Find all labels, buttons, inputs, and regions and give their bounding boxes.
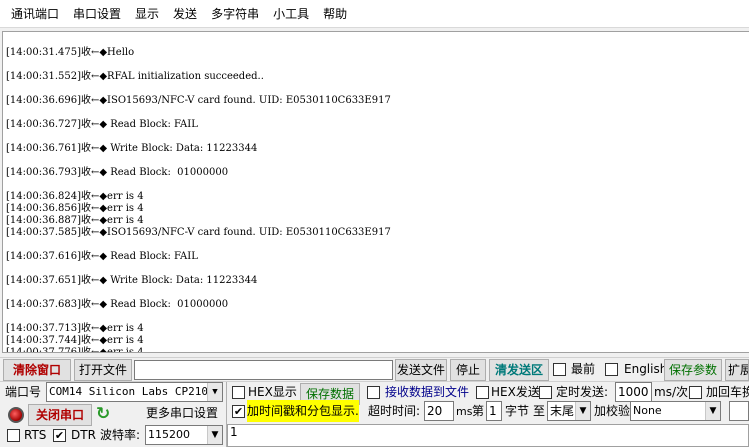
timed-send-checkbox[interactable]: [539, 386, 552, 399]
close-port-button[interactable]: 关闭串口: [28, 404, 92, 426]
port-select-value: COM14 Silicon Labs CP210x: [49, 385, 215, 398]
open-file-button[interactable]: 打开文件: [74, 359, 132, 381]
menu-help[interactable]: 帮助: [316, 0, 354, 28]
menu-display[interactable]: 显示: [128, 0, 166, 28]
chevron-down-icon: ▼: [207, 426, 222, 444]
period-unit: ms/次: [654, 385, 688, 399]
log-line: [14:00:37.776]收←◆err is 4: [6, 347, 144, 353]
topmost-label: 最前: [571, 362, 596, 376]
end-select[interactable]: 末尾 ▼: [547, 401, 591, 421]
log-line: [14:00:37.616]收←◆ Read Block: FAIL: [6, 251, 198, 262]
timeout-input[interactable]: 20: [424, 401, 454, 421]
log-line: [14:00:36.696]收←◆ISO15693/NFC-V card fou…: [6, 95, 391, 106]
expand-button[interactable]: 扩展: [725, 359, 749, 381]
log-line: [14:00:36.887]收←◆err is 4: [6, 215, 144, 226]
menu-send[interactable]: 发送: [166, 0, 204, 28]
chevron-down-icon: ▼: [575, 402, 590, 420]
checksum-label: 加校验: [594, 404, 631, 418]
log-line: [14:00:36.824]收←◆err is 4: [6, 191, 144, 202]
log-line: [14:00:37.651]收←◆ Write Block: Data: 112…: [6, 275, 258, 286]
timeout-unit: ms: [456, 405, 473, 418]
log-line: [14:00:36.761]收←◆ Write Block: Data: 112…: [6, 143, 258, 154]
end-select-value: 末尾: [550, 404, 575, 418]
menu-comm-port[interactable]: 通讯端口: [4, 0, 66, 28]
save-params-button[interactable]: 保存参数: [664, 359, 722, 381]
topmost-checkbox[interactable]: [553, 363, 566, 376]
more-settings-link[interactable]: 更多串口设置: [146, 402, 218, 424]
chevron-down-icon: ▼: [705, 402, 720, 420]
menu-bar: 通讯端口 串口设置 显示 发送 多字符串 小工具 帮助: [0, 0, 749, 28]
menu-tools[interactable]: 小工具: [266, 0, 316, 28]
byte-input[interactable]: 1: [486, 401, 502, 421]
log-line: [14:00:36.727]收←◆ Read Block: FAIL: [6, 119, 198, 130]
port-select[interactable]: COM14 Silicon Labs CP210x ▼: [46, 382, 223, 402]
log-line: [14:00:36.793]收←◆ Read Block: 01000000: [6, 167, 229, 178]
nth-label: 第: [472, 404, 485, 418]
rts-label: RTS: [24, 428, 47, 442]
send-file-button[interactable]: 发送文件: [395, 359, 447, 381]
log-line: [14:00:37.713]收←◆err is 4: [6, 323, 144, 334]
refresh-icon[interactable]: ↻: [96, 404, 114, 424]
chevron-down-icon: ▼: [207, 383, 222, 401]
log-line: [14:00:36.856]收←◆err is 4: [6, 203, 144, 214]
menu-serial-settings[interactable]: 串口设置: [66, 0, 128, 28]
menu-multi-string[interactable]: 多字符串: [204, 0, 266, 28]
baud-label: 波特率:: [100, 428, 141, 442]
add-crlf-label: 加回车换行: [706, 385, 749, 399]
toolbar-row: 清除窗口 打开文件 发送文件 停止 清发送区 最前 English 保存参数 扩…: [0, 357, 749, 381]
period-input[interactable]: 1000: [615, 382, 652, 402]
log-line: [14:00:31.475]收←◆Hello: [6, 47, 135, 58]
clear-send-button[interactable]: 清发送区: [489, 359, 549, 381]
baud-select-value: 115200: [148, 428, 190, 441]
to-label: 至: [533, 404, 546, 418]
clear-window-button[interactable]: 清除窗口: [3, 359, 71, 381]
checksum-select[interactable]: None ▼: [630, 401, 721, 421]
byte-label: 字节: [505, 404, 530, 418]
checksum-select-value: None: [633, 404, 662, 417]
port-label: 端口号: [5, 385, 42, 399]
dtr-label: DTR: [71, 428, 96, 442]
log-line: [14:00:37.585]收←◆ISO15693/NFC-V card fou…: [6, 227, 391, 238]
extra-select[interactable]: [729, 401, 749, 421]
file-path-input[interactable]: [134, 360, 393, 380]
timestamp-label: 加时间戳和分包显示.: [247, 400, 359, 422]
port-status-led-icon: [8, 407, 24, 423]
timeout-label: 超时时间:: [368, 404, 421, 418]
stop-button[interactable]: 停止: [450, 359, 486, 381]
baud-select[interactable]: 115200 ▼: [145, 425, 223, 445]
log-line: [14:00:31.552]收←◆RFAL initialization suc…: [6, 71, 264, 82]
dtr-checkbox[interactable]: ✔: [53, 429, 66, 442]
send-textarea[interactable]: 1: [227, 424, 749, 447]
receive-log[interactable]: [14:00:31.475]收←◆Hello [14:00:31.552]收←◆R…: [2, 31, 749, 353]
log-line: [14:00:37.744]收←◆err is 4: [6, 335, 144, 346]
english-label: English: [624, 362, 668, 376]
log-line: [14:00:37.683]收←◆ Read Block: 01000000: [6, 299, 229, 310]
timestamp-checkbox[interactable]: ✔: [232, 405, 245, 418]
hex-display-checkbox[interactable]: [232, 386, 245, 399]
add-crlf-checkbox[interactable]: [689, 386, 702, 399]
recv-to-file-checkbox[interactable]: [367, 386, 380, 399]
rts-checkbox[interactable]: [7, 429, 20, 442]
hex-send-checkbox[interactable]: [476, 386, 489, 399]
english-checkbox[interactable]: [605, 363, 618, 376]
